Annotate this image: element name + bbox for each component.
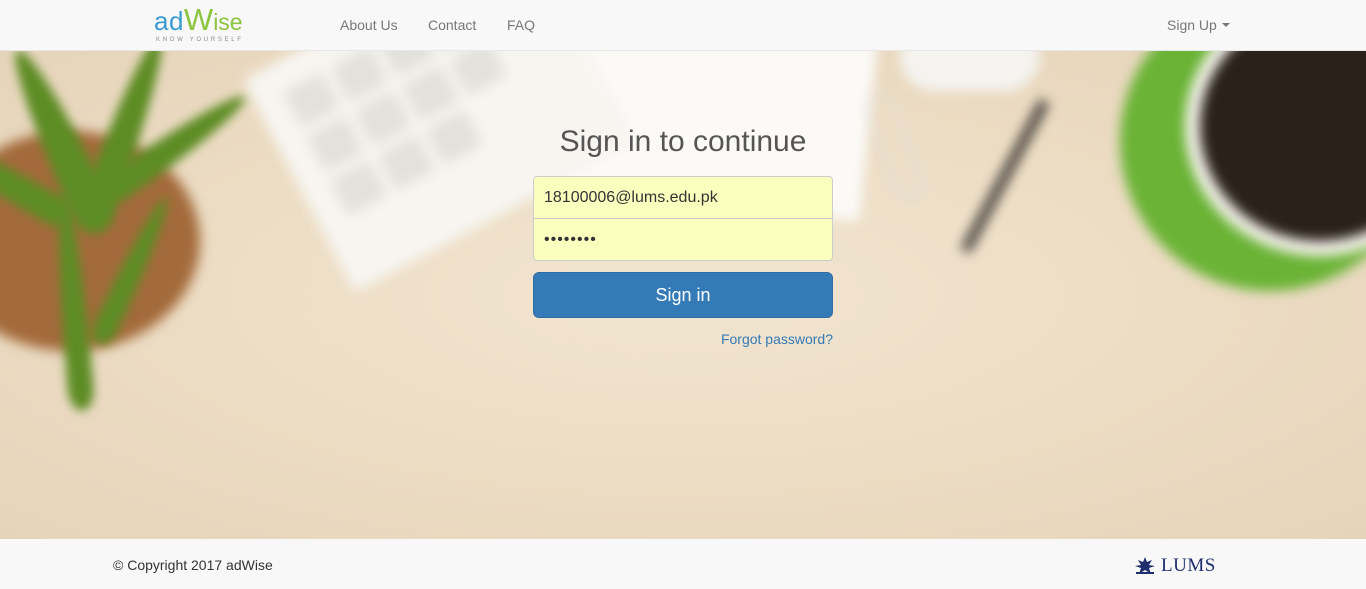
nav-link-faq[interactable]: FAQ [507,16,535,34]
nav-link-about-us[interactable]: About Us [340,16,398,34]
logo-part-ise: ise [213,9,243,35]
logo[interactable]: adWise KNOW YOURSELF [154,4,250,46]
logo-part-ad: ad [154,6,184,36]
hero-background: Sign in to continue 18100006@lums.edu.pk… [0,51,1366,539]
navbar: adWise KNOW YOURSELF About Us Contact FA… [0,0,1366,51]
page-title: Sign in to continue [559,125,807,158]
logo-wordmark: adWise [154,2,243,37]
lums-logo[interactable]: LUMS [1133,555,1216,577]
logo-part-w: W [183,2,214,37]
sign-up-label: Sign Up [1167,17,1217,33]
caret-down-icon [1221,23,1230,27]
email-field[interactable]: 18100006@lums.edu.pk [533,176,833,219]
lums-crest-icon [1135,557,1155,574]
sign-up-dropdown[interactable]: Sign Up [1167,16,1230,34]
logo-tagline: KNOW YOURSELF [156,37,244,43]
pencil-decoration [960,98,1050,254]
mouse-decoration [900,51,1040,91]
lums-logo-text: LUMS [1161,555,1216,576]
copyright-text: © Copyright 2017 adWise [113,557,273,573]
forgot-password-link[interactable]: Forgot password? [533,330,833,348]
password-field[interactable]: •••••••• [533,218,833,261]
nav-link-contact[interactable]: Contact [428,16,476,34]
footer: © Copyright 2017 adWise LUMS [0,539,1366,589]
sign-in-button[interactable]: Sign in [533,272,833,318]
